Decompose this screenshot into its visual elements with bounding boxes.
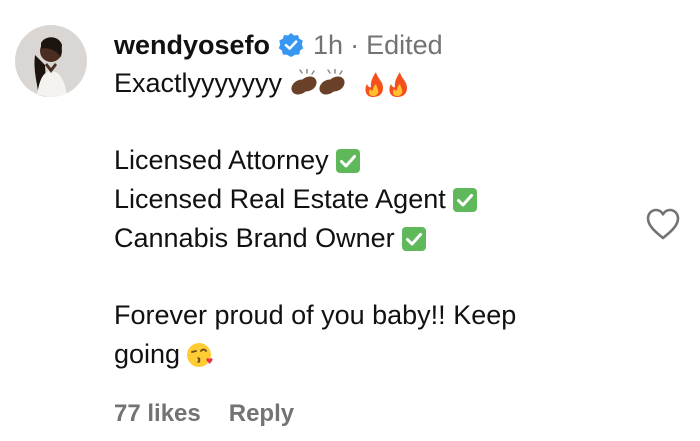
timestamp[interactable]: 1h (313, 30, 343, 61)
comment-header: wendyosefo 1h · Edited (114, 26, 634, 64)
heart-outline-icon[interactable] (645, 207, 681, 241)
comment-text: Forever proud of you baby!! Keep (114, 300, 517, 330)
comment-line: Exactlyyyyyyy (114, 64, 634, 103)
check-mark-button-icon (452, 187, 478, 213)
comment-footer: 77 likes Reply (114, 400, 294, 428)
username[interactable]: wendyosefo (114, 30, 270, 61)
verified-badge-icon (278, 32, 304, 58)
clapping-hands-icon (288, 68, 350, 99)
comment-text: Cannabis Brand Owner (114, 223, 395, 253)
avatar[interactable] (15, 25, 87, 97)
comment-text: Exactlyyyyyyy (114, 68, 283, 98)
separator: · (350, 29, 360, 60)
comment-text: going (114, 339, 181, 369)
comment-line: Cannabis Brand Owner (114, 219, 634, 258)
comment-line: Licensed Attorney (114, 141, 634, 180)
comment: wendyosefo 1h · Edited Exactlyyyyyyy Lic… (0, 0, 700, 441)
comment-text: Licensed Attorney (114, 145, 329, 175)
fire-icon (362, 69, 410, 99)
comment-line: Licensed Real Estate Agent (114, 180, 634, 219)
reply-button[interactable]: Reply (229, 400, 294, 428)
comment-body: wendyosefo 1h · Edited Exactlyyyyyyy Lic… (114, 26, 634, 374)
comment-text: Licensed Real Estate Agent (114, 184, 446, 214)
face-blowing-kiss-icon (186, 341, 214, 369)
comment-line: Forever proud of you baby!! Keep (114, 296, 634, 335)
likes-count[interactable]: 77 likes (114, 400, 201, 428)
check-mark-button-icon (401, 226, 427, 252)
edited-label: Edited (366, 29, 443, 60)
check-mark-button-icon (335, 148, 361, 174)
comment-line: going (114, 335, 634, 374)
